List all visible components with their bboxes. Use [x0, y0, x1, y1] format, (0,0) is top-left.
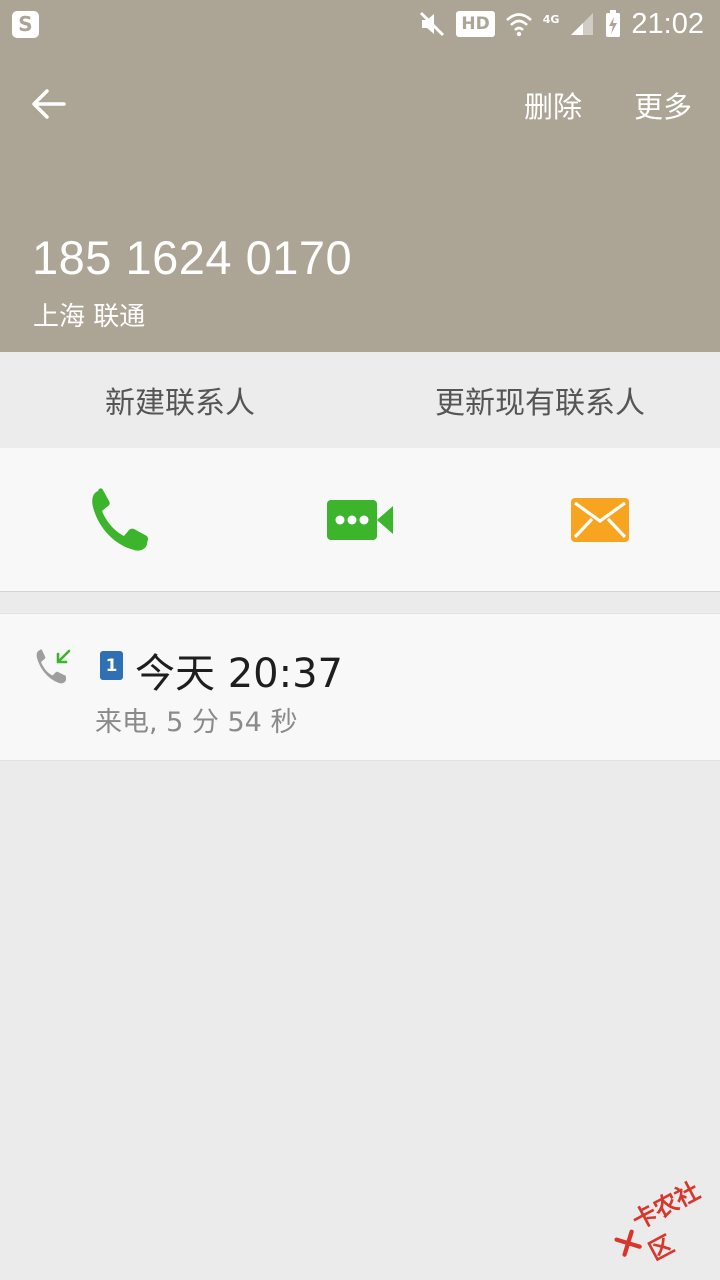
contact-actions-bar: 新建联系人 更新现有联系人 [0, 352, 720, 448]
video-call-button[interactable] [240, 448, 480, 591]
status-time: 21:02 [631, 7, 704, 40]
battery-charging-icon [606, 10, 621, 37]
sim-card-badge: 1 [100, 651, 123, 680]
more-button[interactable]: 更多 [634, 84, 692, 126]
phone-number: 185 1624 0170 [32, 231, 353, 284]
video-call-icon [327, 499, 393, 540]
hd-voice-badge: HD [456, 11, 495, 37]
call-button[interactable] [0, 448, 240, 591]
delete-button[interactable]: 删除 [524, 84, 582, 126]
network-type-label: 4G [542, 12, 560, 26]
update-contact-button[interactable]: 更新现有联系人 [360, 352, 720, 448]
incoming-call-icon [36, 649, 71, 684]
back-button[interactable] [24, 80, 72, 128]
back-arrow-icon [32, 89, 66, 119]
carrier-location: 上海 联通 [33, 302, 146, 332]
new-contact-button[interactable]: 新建联系人 [0, 352, 360, 448]
contact-header: S HD 4G 21:02 删除 更多 185 1624 0170 上海 联通 [0, 0, 720, 352]
message-icon [571, 497, 629, 542]
signal-icon [571, 13, 594, 35]
app-notification-icon: S [12, 11, 39, 38]
call-log-detail: 来电, 5 分 54 秒 [95, 707, 298, 738]
mute-icon [420, 11, 445, 37]
phone-icon [92, 487, 148, 551]
wifi-icon [505, 13, 532, 37]
message-button[interactable] [480, 448, 720, 591]
status-indicators: HD 4G 21:02 [418, 0, 704, 48]
watermark-logo: 卡农社区 [602, 1167, 720, 1280]
status-bar: S HD 4G 21:02 [0, 0, 720, 48]
quick-actions-row [0, 448, 720, 592]
call-log-time: 今天 20:37 [135, 651, 343, 697]
